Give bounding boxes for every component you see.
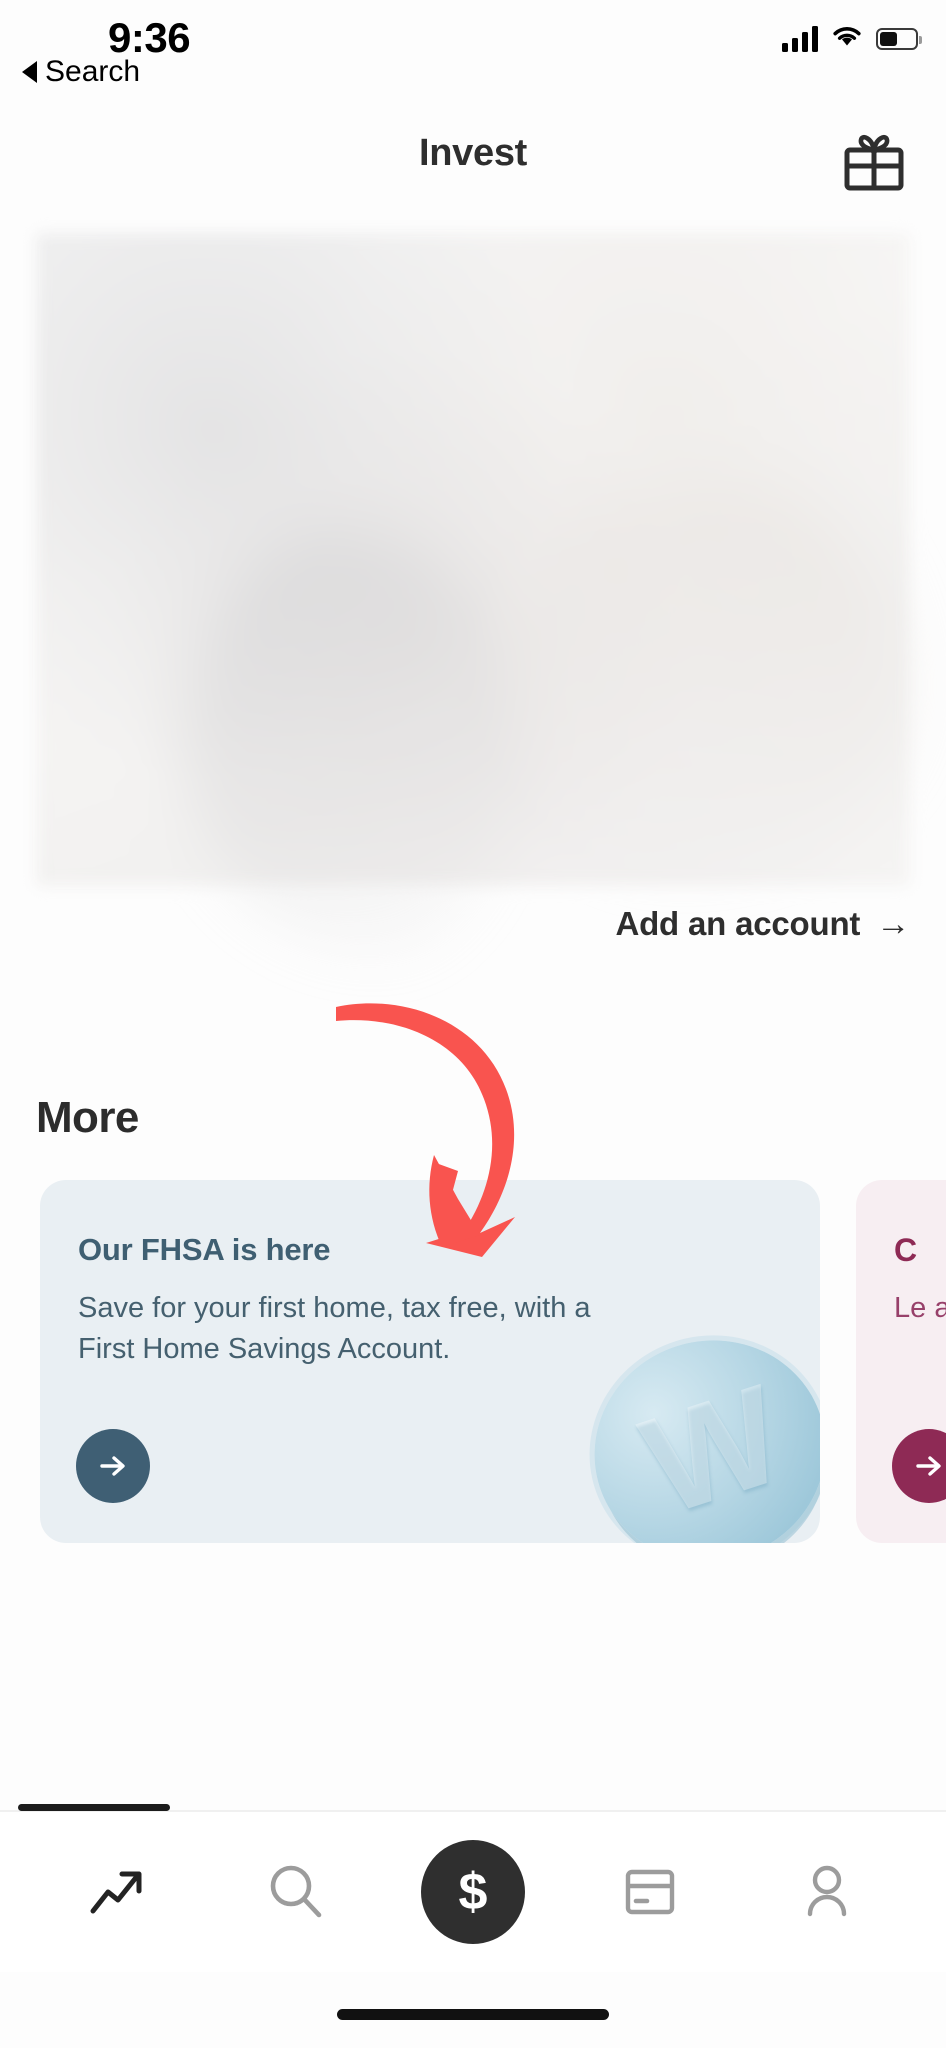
promo-card-body: Le a a (894, 1292, 946, 1324)
promo-cards-carousel[interactable]: Our FHSA is here Save for your first hom… (0, 1180, 946, 1550)
dollar-glyph: $ (458, 1863, 488, 1921)
more-section-heading: More (36, 1093, 139, 1142)
nav-item-profile[interactable] (767, 1837, 887, 1947)
battery-icon (876, 27, 922, 50)
wealthsimple-coin-graphic: W (565, 1310, 820, 1543)
nav-item-search[interactable] (236, 1837, 356, 1947)
promo-card-cta-button[interactable] (76, 1429, 150, 1503)
nav-item-card[interactable] (590, 1837, 710, 1947)
page-header: Invest (0, 100, 946, 205)
bottom-navigation-bar: $ (0, 1812, 946, 1972)
wifi-icon (831, 24, 863, 53)
nav-item-cash[interactable]: $ (413, 1837, 533, 1947)
arrow-right-icon (100, 1456, 125, 1476)
status-bar: 9:36 Search (0, 0, 946, 110)
app-screen: 9:36 Search Invest Add an account → More… (0, 0, 946, 2048)
blurred-account-summary (36, 233, 910, 953)
promo-card-fhsa[interactable]: Our FHSA is here Save for your first hom… (40, 1180, 820, 1543)
arrow-right-icon: → (876, 905, 910, 943)
page-title: Invest (418, 132, 528, 174)
promo-card-cta-button[interactable] (892, 1429, 946, 1503)
add-account-button[interactable]: Add an account → (615, 905, 910, 943)
back-label: Search (45, 55, 141, 88)
promo-card-title: Our FHSA is here (78, 1232, 331, 1267)
caret-left-icon (22, 61, 37, 83)
promo-card-body: Save for your first home, tax free, with… (78, 1292, 591, 1366)
dollar-sign-icon[interactable]: $ (420, 1840, 525, 1944)
promo-card-secondary[interactable]: C Le a a (856, 1180, 946, 1543)
tab-indicator (18, 1804, 170, 1811)
promo-card-title: C (894, 1232, 917, 1268)
person-icon (808, 1865, 847, 1917)
trending-up-icon (90, 1871, 142, 1914)
credit-card-icon (625, 1869, 675, 1915)
status-indicators (782, 24, 922, 53)
home-indicator (337, 2009, 609, 2020)
search-icon (270, 1865, 322, 1918)
gift-icon[interactable] (842, 130, 906, 192)
nav-item-grow[interactable] (59, 1837, 179, 1947)
arrow-right-icon (916, 1456, 941, 1476)
cellular-signal-icon (782, 25, 818, 52)
back-to-search-link[interactable]: Search (22, 55, 140, 89)
add-account-label: Add an account (615, 905, 861, 942)
